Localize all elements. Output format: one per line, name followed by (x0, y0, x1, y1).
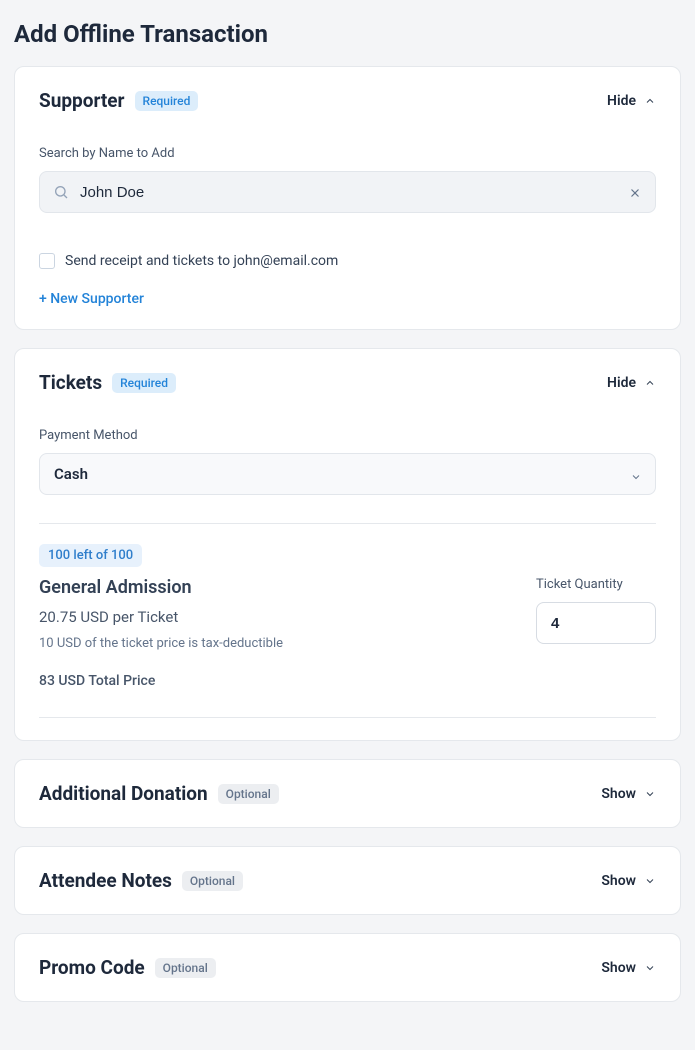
tickets-toggle[interactable]: Hide (607, 375, 656, 391)
payment-method-value: Cash (54, 465, 88, 483)
supporter-section: Supporter Required Hide Search by Name t… (14, 66, 681, 330)
optional-badge: Optional (155, 958, 216, 978)
promo-code-title: Promo Code (39, 956, 145, 979)
ticket-name: General Admission (39, 577, 283, 598)
chevron-up-icon (644, 95, 656, 107)
send-receipt-label: Send receipt and tickets to john@email.c… (65, 253, 338, 269)
supporter-title: Supporter (39, 89, 125, 112)
optional-badge: Optional (218, 784, 279, 804)
chevron-up-icon (644, 377, 656, 389)
new-supporter-link[interactable]: + New Supporter (39, 291, 144, 307)
tickets-section: Tickets Required Hide Payment Method Cas… (14, 348, 681, 741)
additional-donation-title: Additional Donation (39, 782, 208, 805)
toggle-label: Hide (607, 375, 636, 391)
attendee-notes-title: Attendee Notes (39, 869, 172, 892)
toggle-label: Hide (607, 93, 636, 109)
optional-badge: Optional (182, 871, 243, 891)
send-receipt-checkbox[interactable] (39, 253, 55, 269)
promo-code-section: Promo Code Optional Show (14, 933, 681, 1002)
search-label: Search by Name to Add (39, 146, 656, 161)
additional-donation-toggle[interactable]: Show (601, 786, 656, 802)
ticket-deductible: 10 USD of the ticket price is tax-deduct… (39, 636, 283, 651)
ticket-info: General Admission 20.75 USD per Ticket 1… (39, 577, 283, 689)
ticket-total: 83 USD Total Price (39, 673, 283, 689)
attendee-notes-toggle[interactable]: Show (601, 873, 656, 889)
divider (39, 523, 656, 524)
page-title: Add Offline Transaction (14, 20, 681, 48)
chevron-down-icon (644, 788, 656, 800)
search-icon (53, 184, 69, 200)
ticket-qty-label: Ticket Quantity (536, 577, 656, 592)
promo-code-toggle[interactable]: Show (601, 960, 656, 976)
toggle-label: Show (601, 873, 636, 889)
chevron-down-icon (644, 875, 656, 887)
chevron-down-icon (630, 468, 642, 480)
toggle-label: Show (601, 960, 636, 976)
supporter-search-input[interactable] (39, 171, 656, 213)
clear-icon[interactable] (628, 185, 642, 199)
attendee-notes-section: Attendee Notes Optional Show (14, 846, 681, 915)
toggle-label: Show (601, 786, 636, 802)
tickets-title: Tickets (39, 371, 102, 394)
chevron-down-icon (644, 962, 656, 974)
required-badge: Required (112, 373, 176, 393)
payment-method-label: Payment Method (39, 428, 656, 443)
divider (39, 717, 656, 718)
ticket-price: 20.75 USD per Ticket (39, 608, 283, 626)
additional-donation-section: Additional Donation Optional Show (14, 759, 681, 828)
availability-pill: 100 left of 100 (39, 544, 142, 567)
required-badge: Required (135, 91, 199, 111)
payment-method-select[interactable]: Cash (39, 453, 656, 495)
supporter-toggle[interactable]: Hide (607, 93, 656, 109)
ticket-qty-input[interactable] (536, 602, 656, 644)
ticket-qty-block: Ticket Quantity (536, 577, 656, 644)
